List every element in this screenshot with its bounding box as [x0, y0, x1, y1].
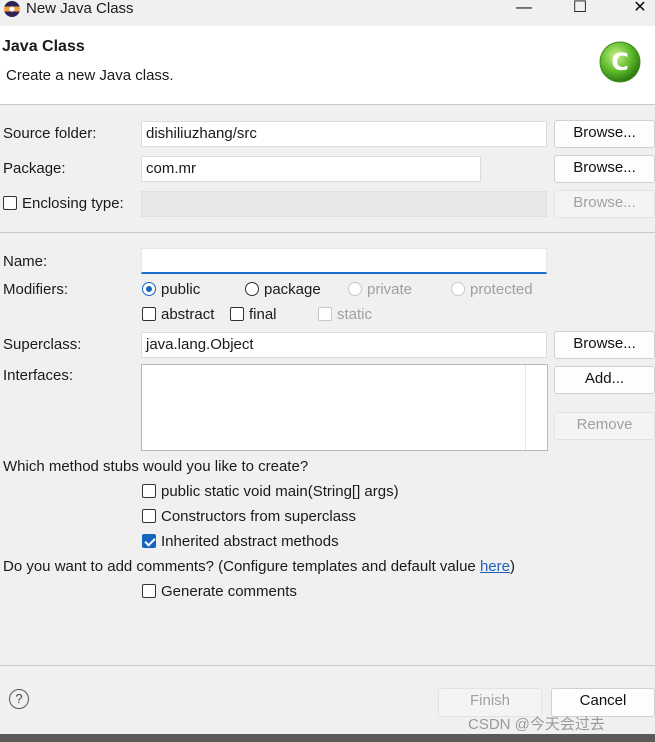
constructors-checkbox[interactable]	[142, 509, 156, 523]
constructors-label: Constructors from superclass	[161, 508, 357, 525]
superclass-field[interactable]: java.lang.Object	[141, 332, 547, 358]
protected-radio	[451, 282, 465, 296]
public-radio[interactable]	[142, 282, 156, 296]
window-title: New Java Class	[26, 0, 134, 17]
svg-text:C: C	[611, 48, 629, 76]
wizard-header: Java Class Create a new Java class. C	[0, 26, 655, 104]
enclosing-type-browse-button: Browse...	[554, 190, 655, 218]
comments-question: Do you want to add comments? (Configure …	[3, 558, 515, 575]
superclass-browse-button[interactable]: Browse...	[554, 331, 655, 359]
protected-radio-label: protected	[470, 281, 533, 298]
name-label: Name:	[3, 253, 48, 270]
package-radio-label: package	[264, 281, 321, 298]
abstract-checkbox[interactable]	[142, 307, 156, 321]
class-c-icon: C	[599, 41, 641, 83]
abstract-checkbox-label: abstract	[161, 306, 215, 323]
inherited-methods-checkbox[interactable]	[142, 534, 156, 548]
enclosing-type-checkbox[interactable]	[3, 196, 17, 210]
package-browse-button[interactable]: Browse...	[554, 155, 655, 183]
csdn-watermark: CSDN @今天会过去	[468, 716, 605, 733]
public-radio-label: public	[161, 281, 201, 298]
interfaces-scrollbar[interactable]	[525, 365, 547, 450]
remove-interface-button: Remove	[554, 412, 655, 440]
generate-comments-label: Generate comments	[161, 583, 297, 600]
package-label: Package:	[3, 160, 66, 177]
private-radio-label: private	[367, 281, 413, 298]
title-bar: New Java Class — ☐ ✕	[0, 0, 655, 26]
help-icon[interactable]: ?	[9, 689, 29, 709]
comments-question-close: )	[509, 558, 515, 575]
bottom-edge	[0, 734, 655, 742]
inherited-methods-label: Inherited abstract methods	[161, 533, 339, 550]
private-radio	[348, 282, 362, 296]
configure-templates-link[interactable]: here	[480, 558, 510, 575]
final-checkbox-label: final	[249, 306, 277, 323]
source-folder-browse-button[interactable]: Browse...	[554, 120, 655, 148]
comments-question-text: Do you want to add comments? (Configure …	[3, 558, 480, 575]
modifiers-label: Modifiers:	[3, 281, 69, 298]
package-field[interactable]: com.mr	[141, 156, 481, 182]
main-method-checkbox[interactable]	[142, 484, 156, 498]
page-title: Java Class	[2, 38, 85, 55]
enclosing-type-field	[141, 191, 547, 217]
close-button[interactable]: ✕	[620, 0, 655, 18]
method-stubs-question: Which method stubs would you like to cre…	[3, 458, 309, 475]
header-separator	[0, 104, 655, 105]
eclipse-app-icon	[4, 1, 20, 17]
main-method-label: public static void main(String[] args)	[161, 483, 399, 500]
interfaces-list[interactable]	[141, 364, 548, 451]
generate-comments-checkbox[interactable]	[142, 584, 156, 598]
minimize-button[interactable]: —	[504, 0, 544, 18]
enclosing-type-label: Enclosing type:	[22, 195, 124, 212]
footer-separator	[0, 665, 655, 666]
source-folder-field[interactable]: dishiliuzhang/src	[141, 121, 547, 147]
package-radio[interactable]	[245, 282, 259, 296]
static-checkbox-label: static	[337, 306, 373, 323]
maximize-button[interactable]: ☐	[560, 0, 600, 18]
name-field[interactable]	[141, 248, 547, 274]
section-separator	[0, 232, 655, 233]
page-description: Create a new Java class.	[6, 67, 174, 84]
superclass-label: Superclass:	[3, 336, 82, 353]
source-folder-label: Source folder:	[3, 125, 97, 142]
final-checkbox[interactable]	[230, 307, 244, 321]
interfaces-label: Interfaces:	[3, 367, 74, 384]
static-checkbox	[318, 307, 332, 321]
add-interface-button[interactable]: Add...	[554, 366, 655, 394]
